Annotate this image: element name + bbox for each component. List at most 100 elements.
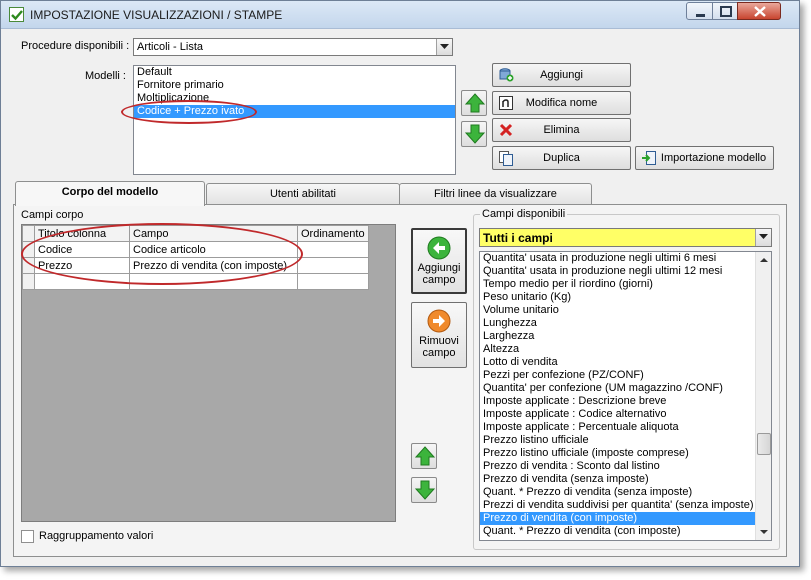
remove-field-label: Rimuovi campo [419,335,459,359]
duplicate-model-label: Duplica [543,152,580,164]
dialog-body: Procedure disponibili : Articoli - Lista… [9,32,791,562]
chevron-down-icon[interactable] [755,229,771,246]
scroll-up-icon[interactable] [756,252,771,268]
maximize-button[interactable] [712,2,738,20]
tab-line-filters[interactable]: Filtri linee da visualizzare [399,183,592,205]
row-indicator [22,273,35,290]
cell-title[interactable]: Prezzo [34,257,130,274]
add-model-label: Aggiungi [540,69,583,81]
cell-order[interactable] [297,273,369,290]
dialog-window: IMPOSTAZIONE VISUALIZZAZIONI / STAMPE Pr… [0,0,800,567]
table-row-new[interactable] [22,273,369,290]
field-item[interactable]: Quant. * Prezzo di vendita (senza impost… [480,486,756,499]
field-item-selected[interactable]: Prezzo di vendita (con imposte) [480,512,756,525]
body-fields-label: Campi corpo [21,209,84,221]
row-indicator-header [22,225,35,242]
add-field-label: Aggiungi campo [417,262,461,286]
models-list[interactable]: Default Fornitore primario Moltiplicazio… [133,65,456,175]
table-row[interactable]: Codice Codice articolo [22,241,369,258]
body-fields-table: Titolo colonna Campo Ordinamento Codice … [22,225,369,290]
scroll-down-icon[interactable] [756,524,771,540]
tab-enabled-users[interactable]: Utenti abilitati [206,183,400,205]
import-model-button[interactable]: Importazione modello [635,146,774,170]
column-header-order[interactable]: Ordinamento [297,225,369,242]
tab-model-body[interactable]: Corpo del modello [15,181,205,206]
arrow-left-green-icon [427,236,451,260]
row-indicator [22,241,35,258]
field-item[interactable]: Quant. * Prezzo di vendita (con imposte) [480,525,756,538]
arrow-right-orange-icon [427,309,451,333]
cell-field[interactable]: Codice articolo [129,241,298,258]
grouping-label: Raggruppamento valori [39,530,154,542]
cell-title[interactable]: Codice [34,241,130,258]
window-title: IMPOSTAZIONE VISUALIZZAZIONI / STAMPE [30,8,283,22]
field-item[interactable]: Altezza [480,343,756,356]
field-item[interactable]: Prezzo listino ufficiale [480,434,756,447]
table-header: Titolo colonna Campo Ordinamento [22,225,369,242]
fields-filter-select[interactable]: Tutti i campi [479,228,772,247]
field-item[interactable]: Imposte applicate : Descrizione breve [480,395,756,408]
close-button[interactable] [737,2,781,20]
cell-field[interactable] [129,273,298,290]
title-bar[interactable]: IMPOSTAZIONE VISUALIZZAZIONI / STAMPE [1,1,799,29]
arrow-up-icon [415,446,435,466]
arrow-up-icon [465,93,485,113]
column-header-title[interactable]: Titolo colonna [34,225,130,242]
row-indicator [22,257,35,274]
body-fields-grid[interactable]: Titolo colonna Campo Ordinamento Codice … [21,224,396,522]
available-fields-label: Campi disponibili [480,208,568,220]
model-item[interactable]: Moltiplicazione [134,92,455,105]
add-field-button[interactable]: Aggiungi campo [411,228,467,294]
field-item[interactable]: Prezzi di vendita suddivisi per quantita… [480,499,756,512]
field-up-button[interactable] [411,443,437,469]
table-row[interactable]: Prezzo Prezzo di vendita (con imposte) [22,257,369,274]
minimize-button[interactable] [686,2,713,20]
scroll-thumb[interactable] [757,433,771,455]
field-item[interactable]: Pezzi per confezione (PZ/CONF) [480,369,756,382]
models-label: Modelli : [85,70,126,82]
cell-order[interactable] [297,257,369,274]
model-item[interactable]: Fornitore primario [134,79,455,92]
add-model-button[interactable]: Aggiungi [492,63,631,87]
field-item[interactable]: Quantita' per confezione (UM magazzino /… [480,382,756,395]
column-header-field[interactable]: Campo [129,225,298,242]
arrow-down-icon [465,124,485,144]
vertical-scrollbar[interactable] [755,252,771,540]
delete-model-label: Elimina [543,124,580,136]
field-item[interactable]: Quantita' usata in produzione negli ulti… [480,252,756,265]
rename-model-label: Modifica nome [525,97,598,109]
field-item[interactable]: Imposte applicate : Percentuale aliquota [480,421,756,434]
field-item[interactable]: Larghezza [480,330,756,343]
field-item[interactable]: Peso unitario (Kg) [480,291,756,304]
field-item[interactable]: Lunghezza [480,317,756,330]
field-down-button[interactable] [411,477,437,503]
arrow-down-icon [415,480,435,500]
field-item[interactable]: Quantita' usata in produzione negli ulti… [480,265,756,278]
remove-field-button[interactable]: Rimuovi campo [411,302,467,368]
cell-order[interactable] [297,241,369,258]
cell-title[interactable] [34,273,130,290]
cell-field[interactable]: Prezzo di vendita (con imposte) [129,257,298,274]
checkmark-app-icon [9,7,24,22]
move-up-button[interactable] [461,90,487,116]
field-item[interactable]: Lotto di vendita [480,356,756,369]
available-fields-list[interactable]: Quantita' usata in produzione negli ulti… [479,251,772,541]
field-item[interactable]: Volume unitario [480,304,756,317]
field-item[interactable]: Imposte applicate : Codice alternativo [480,408,756,421]
move-down-button[interactable] [461,121,487,147]
field-item[interactable]: Prezzo listino ufficiale (imposte compre… [480,447,756,460]
fields-filter-value: Tutti i campi [483,231,553,245]
grouping-checkbox[interactable] [21,530,34,543]
model-item[interactable]: Default [134,66,455,79]
field-item[interactable]: Tempo medio per il riordino (giorni) [480,278,756,291]
chevron-down-icon[interactable] [436,39,452,55]
procedure-label: Procedure disponibili : [21,40,130,52]
field-item[interactable]: Prezzo di vendita : Sconto dal listino [480,460,756,473]
rename-model-button[interactable]: Modifica nome [492,91,631,115]
delete-model-button[interactable]: Elimina [492,118,631,142]
field-item[interactable]: Prezzo di vendita (senza imposte) [480,473,756,486]
procedure-select[interactable]: Articoli - Lista [133,38,453,56]
duplicate-model-button[interactable]: Duplica [492,146,631,170]
procedure-value: Articoli - Lista [137,41,204,53]
model-item-selected[interactable]: Codice + Prezzo ivato [134,105,455,118]
